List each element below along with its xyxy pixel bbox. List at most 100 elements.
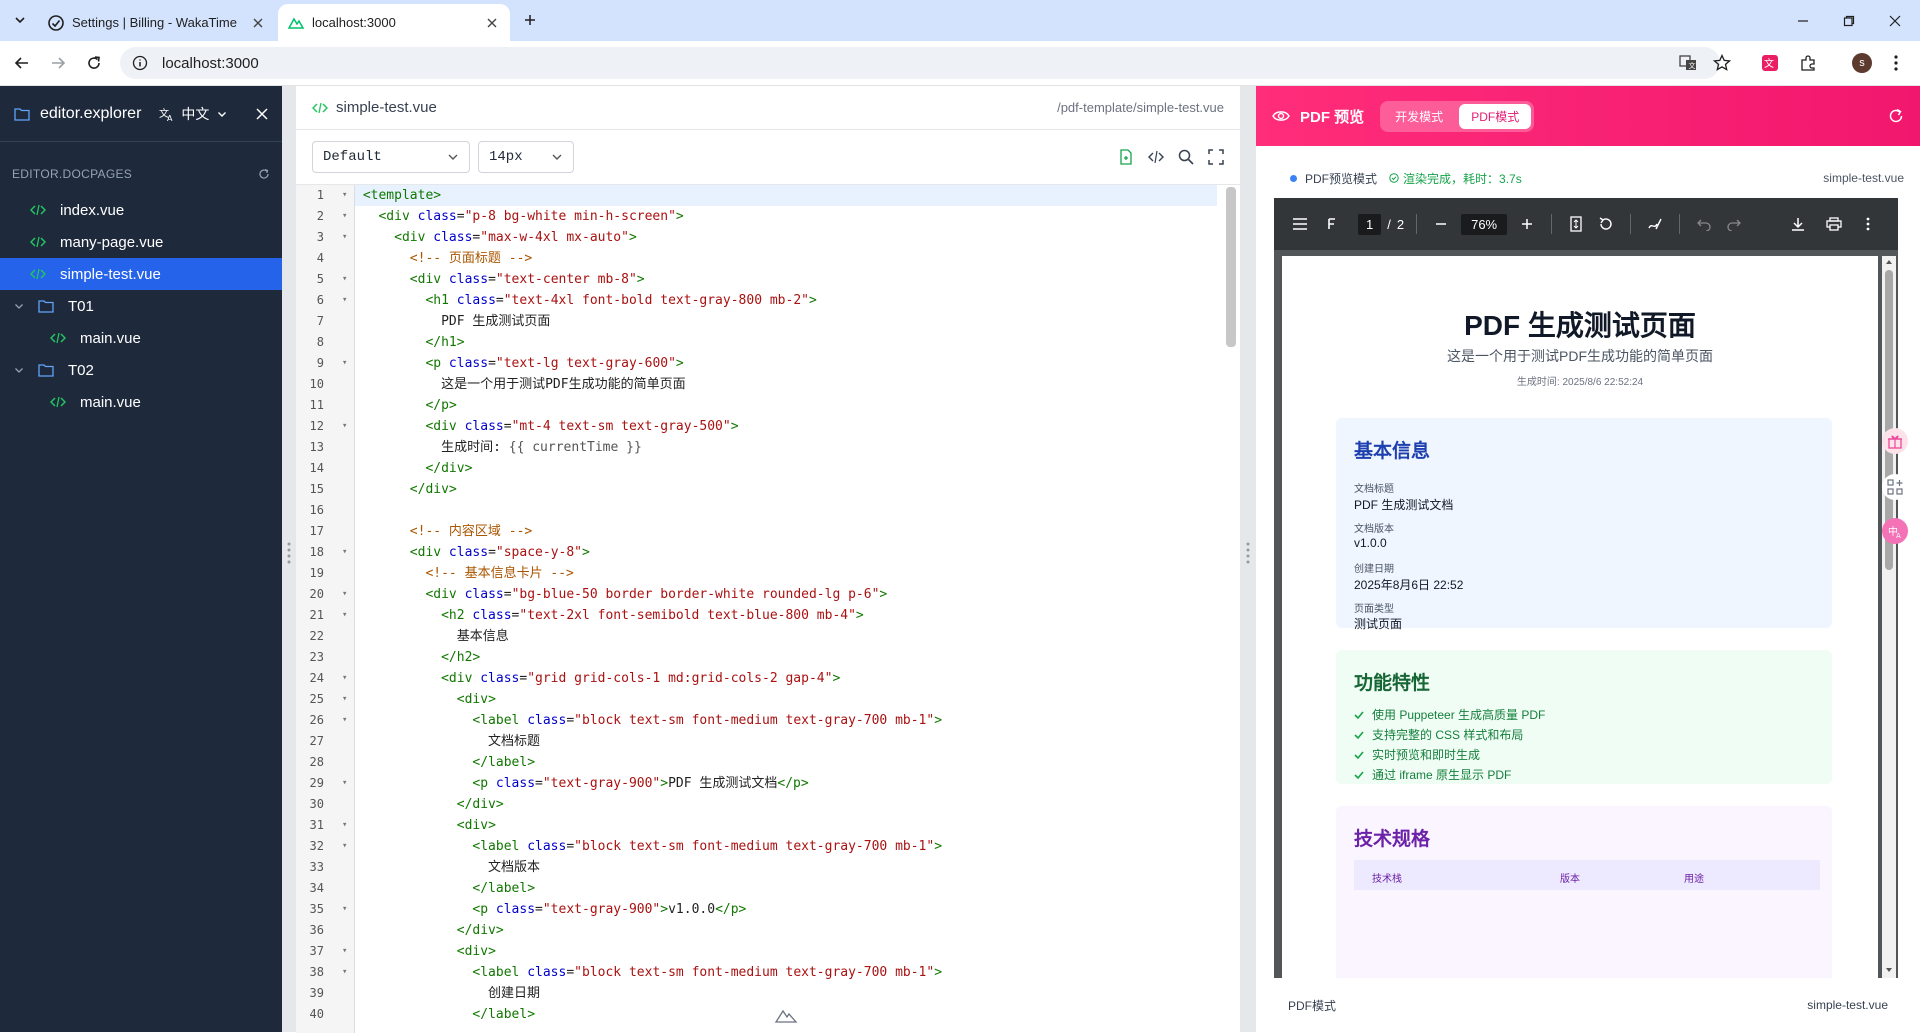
fold-toggle-icon[interactable]: ▾: [342, 206, 347, 227]
export-pdf-button[interactable]: [1118, 149, 1134, 165]
restore-button[interactable]: [1826, 0, 1872, 41]
code-line[interactable]: 文档标题: [355, 731, 540, 752]
fold-toggle-icon[interactable]: ▾: [342, 941, 347, 962]
fold-toggle-icon[interactable]: ▾: [342, 605, 347, 626]
code-line[interactable]: <!-- 页面标题 -->: [355, 248, 532, 269]
tree-file[interactable]: many-page.vue: [0, 226, 282, 258]
code-line[interactable]: <h1 class="text-4xl font-bold text-gray-…: [355, 290, 816, 311]
fold-toggle-icon[interactable]: ▾: [342, 815, 347, 836]
search-button[interactable]: [1178, 149, 1194, 165]
address-bar[interactable]: localhost:3000: [120, 47, 1720, 79]
format-code-button[interactable]: [1148, 149, 1164, 165]
fullscreen-button[interactable]: [1208, 149, 1224, 165]
close-sidebar-button[interactable]: [256, 107, 268, 120]
chevron-down-icon[interactable]: [14, 301, 24, 311]
left-resize-handle[interactable]: [282, 86, 296, 1032]
sidebar-toggle-button[interactable]: [1288, 212, 1312, 236]
forward-button[interactable]: [46, 51, 70, 75]
close-tab-icon[interactable]: [250, 15, 266, 31]
translate-float-button[interactable]: 中A: [1882, 518, 1908, 544]
code-line[interactable]: </p>: [355, 395, 456, 416]
code-line[interactable]: <div>: [355, 941, 496, 962]
code-line[interactable]: 创建日期: [355, 983, 540, 1004]
code-line[interactable]: <div class="text-center mb-8">: [355, 269, 645, 290]
fold-toggle-icon[interactable]: ▾: [342, 416, 347, 437]
tree-file[interactable]: simple-test.vue: [0, 258, 282, 290]
code-line[interactable]: <template>: [355, 185, 1217, 206]
code-line[interactable]: <div class="p-8 bg-white min-h-screen">: [355, 206, 683, 227]
code-line[interactable]: </div>: [355, 479, 457, 500]
code-area[interactable]: 1 ▾ 2 ▾ 3 ▾ 4 5 ▾ 6 ▾ 7 8 9 ▾ 10 11 12 ▾ 13 14 15 16 17 18 ▾ 19 20 ▾…: [296, 184, 1242, 1033]
extensions-button[interactable]: [1798, 53, 1818, 73]
code-line[interactable]: 这是一个用于测试PDF生成功能的简单页面: [355, 374, 686, 395]
profile-avatar[interactable]: s: [1852, 53, 1872, 73]
zoom-out-button[interactable]: [1429, 212, 1453, 236]
code-line[interactable]: <div class="mt-4 text-sm text-gray-500">: [355, 416, 738, 437]
refresh-tree-button[interactable]: [258, 168, 270, 180]
fold-toggle-icon[interactable]: ▾: [342, 689, 347, 710]
tree-file[interactable]: index.vue: [0, 194, 282, 226]
minimize-button[interactable]: [1780, 0, 1826, 41]
code-line[interactable]: </h2>: [355, 647, 480, 668]
tab-search-button[interactable]: [9, 9, 31, 31]
code-line[interactable]: <label class="block text-sm font-medium …: [355, 836, 942, 857]
code-line[interactable]: </label>: [355, 878, 535, 899]
new-tab-button[interactable]: [520, 10, 540, 30]
code-line[interactable]: </label>: [355, 752, 535, 773]
reload-button[interactable]: [82, 51, 106, 75]
gift-float-button[interactable]: [1882, 428, 1908, 454]
close-window-button[interactable]: [1872, 0, 1918, 41]
code-line[interactable]: 文档版本: [355, 857, 540, 878]
code-line[interactable]: <div class="max-w-4xl mx-auto">: [355, 227, 637, 248]
translate-button[interactable]: 文: [1678, 53, 1698, 73]
fold-toggle-icon[interactable]: ▾: [342, 836, 347, 857]
undo-button[interactable]: [1692, 212, 1716, 236]
pdf-scrollbar[interactable]: [1882, 256, 1896, 978]
code-line[interactable]: 生成时间: {{ currentTime }}: [355, 437, 642, 458]
browser-menu-button[interactable]: [1886, 53, 1906, 73]
code-line[interactable]: <div class="space-y-8">: [355, 542, 590, 563]
tree-folder[interactable]: T01: [0, 290, 282, 322]
tab-localhost[interactable]: localhost:3000: [278, 4, 510, 41]
code-line[interactable]: </div>: [355, 794, 504, 815]
code-line[interactable]: <div class="grid grid-cols-1 md:grid-col…: [355, 668, 840, 689]
tree-folder[interactable]: T02: [0, 354, 282, 386]
code-line[interactable]: <label class="block text-sm font-medium …: [355, 962, 942, 983]
fold-toggle-icon[interactable]: ▾: [342, 542, 347, 563]
fold-toggle-icon[interactable]: ▾: [342, 269, 347, 290]
font-size-select[interactable]: 14px: [478, 141, 574, 173]
code-lines[interactable]: <template> <div class="p-8 bg-white min-…: [355, 185, 1223, 1033]
zoom-in-button[interactable]: [1515, 212, 1539, 236]
print-button[interactable]: [1822, 212, 1846, 236]
code-line[interactable]: <p class="text-gray-900">v1.0.0</p>: [355, 899, 746, 920]
qr-float-button[interactable]: [1882, 474, 1908, 500]
chevron-down-icon[interactable]: [14, 365, 24, 375]
fold-toggle-icon[interactable]: ▾: [342, 962, 347, 983]
tree-file[interactable]: main.vue: [0, 322, 282, 354]
code-line[interactable]: </h1>: [355, 332, 464, 353]
site-info-icon[interactable]: [132, 55, 148, 71]
fold-toggle-icon[interactable]: ▾: [342, 584, 347, 605]
code-line[interactable]: </label>: [355, 1004, 535, 1025]
tab-wakatime[interactable]: Settings | Billing - WakaTime: [38, 4, 276, 41]
code-line[interactable]: <div>: [355, 689, 496, 710]
fold-toggle-icon[interactable]: ▾: [342, 185, 347, 206]
code-line[interactable]: </div>: [355, 458, 472, 479]
annotate-button[interactable]: [1643, 212, 1667, 236]
refresh-preview-button[interactable]: [1888, 108, 1904, 124]
nuxt-devtools-icon[interactable]: [774, 1009, 798, 1023]
extension-translate-button[interactable]: 文: [1760, 53, 1780, 73]
bookmark-button[interactable]: [1712, 53, 1732, 73]
tree-file[interactable]: main.vue: [0, 386, 282, 418]
code-line[interactable]: PDF 生成测试页面: [355, 311, 550, 332]
redo-button[interactable]: [1722, 212, 1746, 236]
code-line[interactable]: 基本信息: [355, 626, 509, 647]
page-number-input[interactable]: 1: [1358, 213, 1382, 235]
code-line[interactable]: <p class="text-gray-900">PDF 生成测试文档</p>: [355, 773, 808, 794]
fit-page-button[interactable]: [1564, 212, 1588, 236]
fold-toggle-icon[interactable]: ▾: [342, 290, 347, 311]
language-select[interactable]: 文A 中文: [159, 104, 227, 124]
fold-toggle-icon[interactable]: ▾: [342, 668, 347, 689]
fold-toggle-icon[interactable]: ▾: [342, 710, 347, 731]
code-line[interactable]: <!-- 内容区域 -->: [355, 521, 532, 542]
